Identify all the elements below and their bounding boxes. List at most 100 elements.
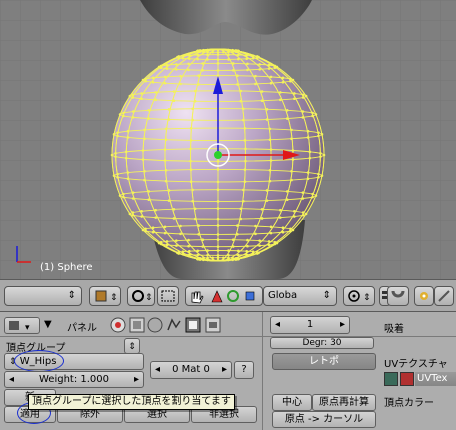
wire-vertex (281, 76, 285, 80)
wire-vertex (290, 169, 293, 173)
wire-vertex (285, 108, 289, 112)
wire-vertex (222, 50, 225, 54)
layer-grid-icon[interactable] (157, 286, 179, 306)
orientation-select[interactable]: Globa ⇕ (263, 286, 337, 306)
wire-vertex (201, 62, 205, 65)
wire-vertex (269, 75, 273, 79)
wire-vertex (216, 58, 220, 61)
wire-vertex (144, 79, 147, 83)
wire-vertex (244, 147, 247, 151)
svg-text:⇕: ⇕ (145, 293, 153, 303)
chevron-updown-icon: ⇕ (322, 290, 331, 301)
weight-slider[interactable]: ◂ Weight: 1.000 ▸ (4, 371, 144, 388)
origin-recalc-button[interactable]: 原点再計算 (312, 394, 376, 411)
wire-vertex (227, 249, 230, 252)
wire-vertex (267, 63, 271, 67)
material-index-field[interactable]: ◂ 0 Mat 0 ▸ (150, 361, 232, 379)
wire-vertex (198, 257, 202, 260)
wire-vertex (179, 232, 182, 236)
wire-vertex (231, 62, 235, 65)
view-menu-select[interactable]: ⇕ (4, 286, 82, 306)
wire-vertex (147, 190, 151, 193)
render-uv-icon[interactable] (400, 372, 414, 386)
physics-icon (167, 318, 181, 331)
window-type-select[interactable]: ▾ (4, 317, 40, 334)
viewport-canvas[interactable] (0, 0, 456, 279)
wire-vertex (191, 199, 194, 203)
wire-vertex (293, 97, 296, 101)
wire-vertex (260, 217, 264, 220)
wire-vertex (112, 133, 116, 136)
wire-vertex (304, 212, 308, 216)
pencil-icon[interactable] (434, 286, 454, 306)
wire-vertex (189, 180, 193, 184)
wire-vertex (311, 114, 314, 118)
wire-vertex (236, 224, 239, 227)
wire-vertex (216, 69, 220, 72)
wire-vertex (239, 217, 243, 221)
wire-vertex (304, 94, 308, 98)
wire-vertex (291, 228, 295, 232)
wire-vertex (216, 207, 220, 210)
assign-tooltip: 頂点グループに選択した頂点を割り当てます (28, 394, 235, 410)
wire-vertex (254, 232, 257, 236)
origin-to-cursor-button[interactable]: 原点 -> カーソル (272, 411, 376, 428)
svg-text:▾: ▾ (25, 323, 30, 333)
wire-vertex (267, 67, 271, 70)
wire-vertex (301, 93, 305, 97)
wire-vertex (188, 253, 191, 256)
wire-vertex (114, 152, 117, 155)
wire-vertex (242, 199, 245, 203)
wire-vertex (141, 149, 145, 152)
wire-vertex (163, 225, 167, 229)
wire-vertex (188, 54, 191, 57)
vertex-color-heading: 頂点カラー (384, 398, 434, 409)
wire-vertex (236, 257, 240, 260)
active-object-label: (1) Sphere (40, 262, 93, 273)
wire-vertex (281, 80, 285, 84)
wire-vertex (216, 249, 220, 252)
wire-vertex (141, 228, 145, 232)
degree-field[interactable]: Degr: 30 (270, 337, 374, 349)
wire-vertex (211, 50, 214, 54)
arrow-right-icon: ▸ (133, 374, 139, 385)
wire-vertex (175, 68, 178, 71)
render-icon[interactable] (414, 286, 434, 306)
wire-vertex (191, 118, 194, 122)
uvtex-name-field[interactable]: UVTex (415, 372, 456, 386)
object-mode-icon[interactable]: ⇕ (89, 286, 121, 306)
wire-vertex (163, 231, 167, 235)
wire-vertex (191, 188, 194, 192)
wire-vertex (206, 249, 209, 252)
wire-vertex (198, 49, 202, 52)
wire-vertex (164, 127, 168, 131)
orientation-label: Globa (268, 290, 298, 301)
draw-type-icon[interactable]: ⇕ (127, 286, 155, 306)
wire-vertex (269, 225, 273, 229)
vertex-group-menu[interactable]: ⇕ (124, 338, 140, 354)
wire-vertex (245, 249, 248, 253)
retopo-toggle[interactable]: レトポ (272, 353, 376, 370)
3d-viewport[interactable]: (1) Sphere (0, 0, 456, 279)
wire-vertex (254, 224, 257, 228)
wire-vertex (216, 53, 220, 56)
wire-vertex (131, 93, 135, 97)
viewport-header: ⇕ ⇕ ⇕ Globa ⇕ ⇕ (0, 279, 456, 312)
wire-vertex (116, 175, 119, 179)
wire-vertex (269, 148, 273, 151)
wire-vertex (290, 128, 293, 132)
snap-icon[interactable] (387, 286, 409, 306)
center-button[interactable]: 中心 (272, 394, 312, 411)
wire-vertex (177, 55, 181, 58)
collapse-icon[interactable]: ▼ (44, 319, 52, 330)
uv-grid-icon[interactable] (384, 372, 398, 386)
wire-vertex (320, 174, 324, 177)
divider (262, 312, 263, 430)
pivot-icon[interactable]: ⇕ (343, 286, 375, 306)
wire-vertex (245, 57, 248, 61)
wire-vertex (245, 253, 248, 256)
wire-vertex (122, 114, 125, 118)
wire-vertex (317, 172, 320, 176)
material-help-button[interactable]: ? (234, 361, 254, 379)
page-number-field[interactable]: ◂ 1 ▸ (270, 316, 350, 334)
